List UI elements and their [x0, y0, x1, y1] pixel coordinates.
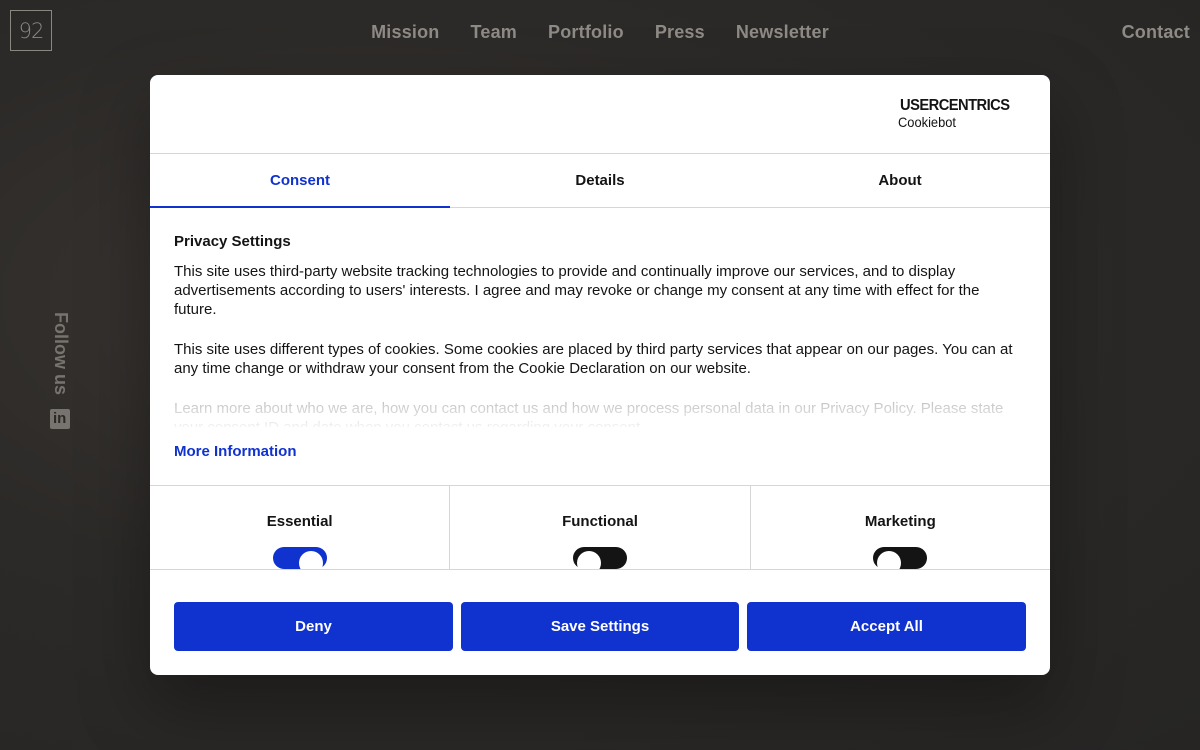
top-navigation: Mission Team Portfolio Press Newsletter: [0, 22, 1200, 46]
tab-consent[interactable]: Consent: [150, 154, 450, 208]
more-information-link[interactable]: More Information: [174, 443, 297, 460]
category-label: Marketing: [864, 513, 936, 530]
nav-item-press[interactable]: Press: [655, 22, 705, 46]
category-label: Functional: [562, 513, 638, 530]
nav-item-contact[interactable]: Contact: [1122, 22, 1190, 43]
category-marketing: Marketing: [751, 486, 1050, 569]
nav-item-mission[interactable]: Mission: [371, 22, 439, 46]
save-settings-button[interactable]: Save Settings: [461, 602, 739, 651]
cookie-consent-dialog: USERCENTRICS Cookiebot Consent Details A…: [150, 75, 1050, 675]
dialog-header: USERCENTRICS Cookiebot: [150, 75, 1050, 154]
usercentrics-logo: USERCENTRICS Cookiebot: [898, 97, 1014, 133]
toggle-knob: [298, 551, 323, 569]
consent-paragraph-1: This site uses third-party website track…: [174, 263, 980, 318]
essential-toggle[interactable]: [272, 547, 327, 569]
linkedin-icon[interactable]: [50, 409, 70, 429]
consent-body[interactable]: Privacy Settings This site uses third-pa…: [150, 208, 1050, 485]
faded-paragraph-wrap: Learn more about who we are, how you can…: [174, 399, 1026, 427]
privacy-settings-title: Privacy Settings: [174, 233, 291, 250]
accept-all-button[interactable]: Accept All: [747, 602, 1026, 651]
category-functional: Functional: [450, 486, 751, 569]
marketing-toggle[interactable]: [873, 547, 928, 569]
category-essential: Essential: [150, 486, 451, 569]
nav-item-team[interactable]: Team: [471, 22, 518, 46]
follow-us-label: Follow us: [51, 312, 71, 395]
toggle-knob: [877, 551, 902, 569]
nav-item-portfolio[interactable]: Portfolio: [548, 22, 624, 46]
tab-details[interactable]: Details: [450, 154, 750, 207]
consent-paragraph-3: Learn more about who we are, how you can…: [174, 400, 1004, 427]
follow-us-block: Follow us: [46, 312, 76, 432]
brand-name: USERCENTRICS: [900, 97, 1010, 114]
tab-about[interactable]: About: [750, 154, 1050, 207]
cookie-category-toggles: Essential Functional Marketing: [150, 485, 1050, 570]
consent-paragraph-2: This site uses different types of cookie…: [174, 341, 1013, 377]
category-label: Essential: [266, 513, 333, 530]
toggle-knob: [576, 551, 601, 569]
brand-subtitle: Cookiebot: [898, 114, 957, 130]
functional-toggle[interactable]: [572, 547, 627, 569]
deny-button[interactable]: Deny: [174, 602, 453, 651]
nav-item-newsletter[interactable]: Newsletter: [736, 22, 829, 46]
dialog-tabs: Consent Details About: [150, 154, 1050, 208]
dialog-footer: Deny Save Settings Accept All: [150, 570, 1050, 651]
